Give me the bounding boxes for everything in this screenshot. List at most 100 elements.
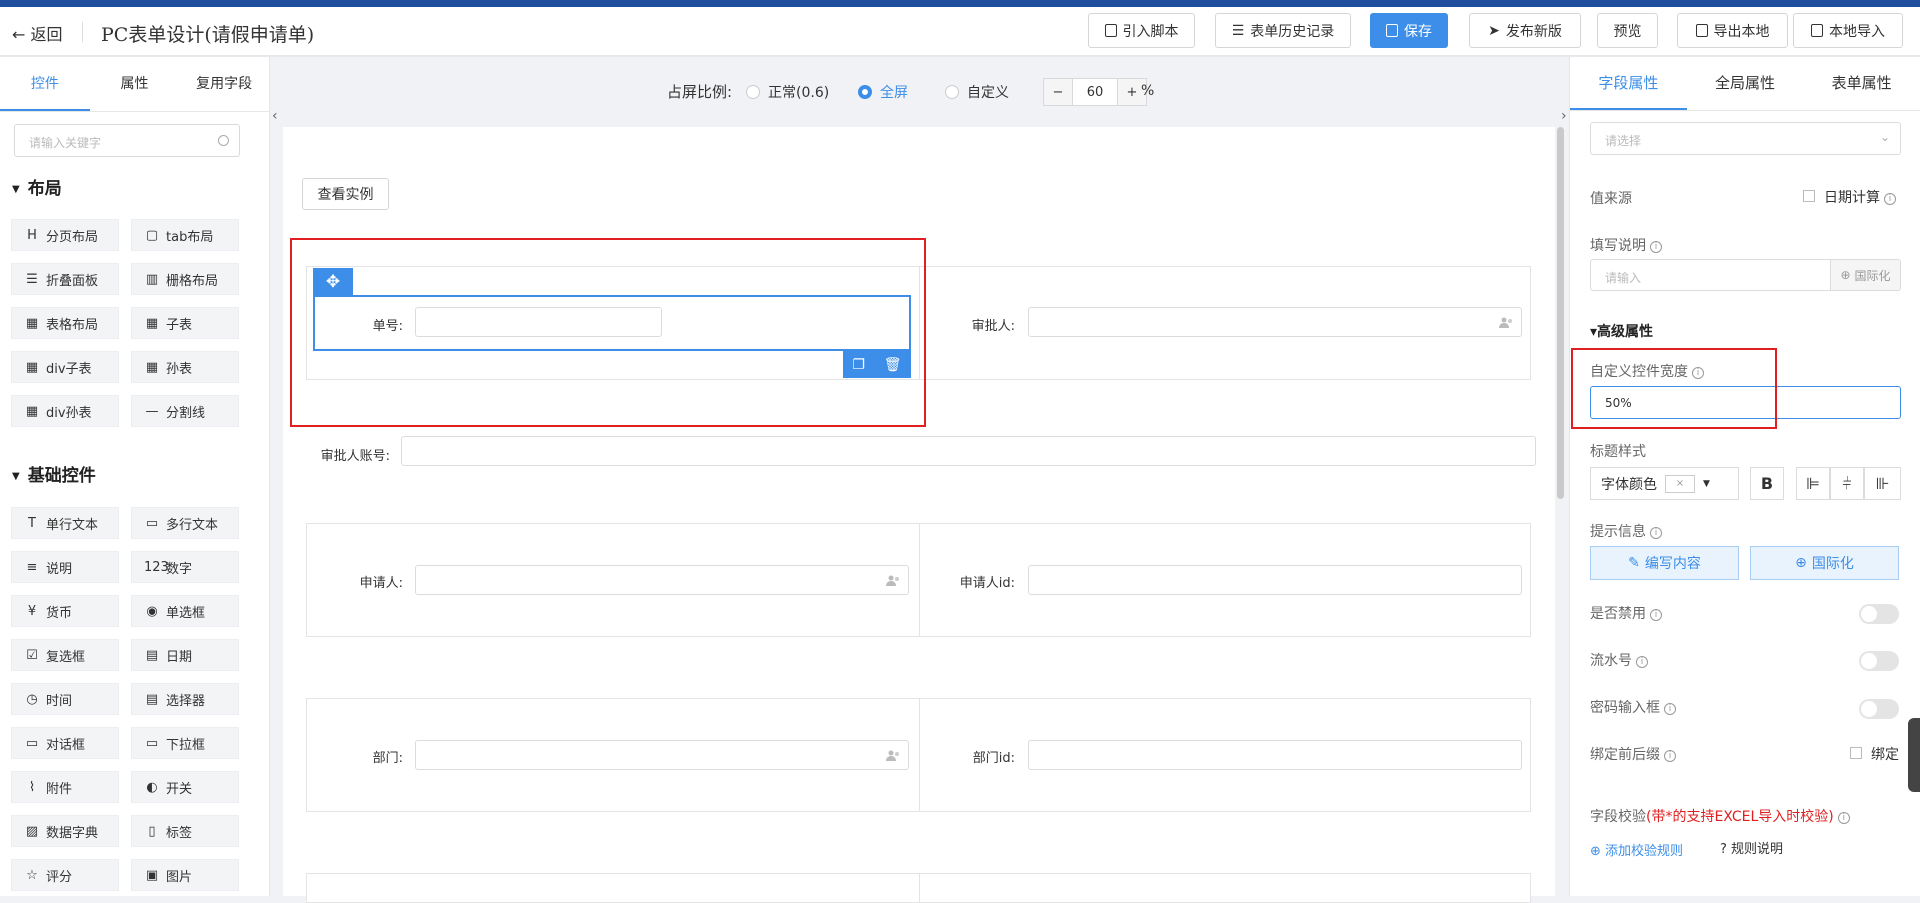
control-label: 单选框 bbox=[166, 605, 206, 621]
decrement-button[interactable]: − bbox=[1044, 79, 1072, 105]
control-item[interactable]: ☆ 评分 bbox=[11, 859, 119, 891]
tab-reuse-fields[interactable]: 复用字段 bbox=[179, 57, 269, 111]
control-item[interactable]: ▦ 孙表 bbox=[131, 351, 239, 383]
import-local-label: 本地导入 bbox=[1829, 23, 1885, 40]
side-widget[interactable] bbox=[1908, 718, 1920, 792]
info-icon[interactable]: i bbox=[1650, 527, 1662, 539]
import-local-button[interactable]: 本地导入 bbox=[1793, 13, 1903, 48]
control-item[interactable]: ▦ div孙表 bbox=[11, 395, 119, 427]
info-icon[interactable]: i bbox=[1650, 609, 1662, 621]
control-item[interactable]: T 单行文本 bbox=[11, 507, 119, 539]
control-label: 分页布局 bbox=[46, 229, 99, 245]
approver-account-input[interactable] bbox=[401, 436, 1536, 466]
align-left-icon[interactable]: ⊫ bbox=[1796, 467, 1830, 500]
collapse-right-icon[interactable]: › bbox=[1561, 108, 1567, 124]
canvas-scrollbar[interactable] bbox=[1557, 127, 1564, 499]
control-icon: ▯ bbox=[148, 823, 156, 839]
control-label: 多行文本 bbox=[166, 517, 219, 533]
ratio-option-custom[interactable]: 自定义 bbox=[945, 82, 1009, 102]
control-item[interactable]: ¥ 货币 bbox=[11, 595, 119, 627]
control-item[interactable]: ▦ div子表 bbox=[11, 351, 119, 383]
control-item[interactable]: ◐ 开关 bbox=[131, 771, 239, 803]
stepper-value[interactable]: 60 bbox=[1072, 79, 1118, 105]
collapse-left-icon[interactable]: ‹ bbox=[272, 108, 278, 124]
control-item[interactable]: ▤ 选择器 bbox=[131, 683, 239, 715]
tab-properties[interactable]: 属性 bbox=[90, 57, 180, 111]
control-item[interactable]: 123 数字 bbox=[131, 551, 239, 583]
control-item[interactable]: ☰ 折叠面板 bbox=[11, 263, 119, 295]
publish-button[interactable]: ➤ 发布新版 bbox=[1469, 13, 1581, 48]
bind-checkbox[interactable] bbox=[1850, 747, 1862, 759]
control-item[interactable]: ◷ 时间 bbox=[11, 683, 119, 715]
preview-button[interactable]: 预览 bbox=[1597, 13, 1658, 48]
dept-input[interactable] bbox=[415, 740, 909, 770]
control-search-input[interactable]: 请输入关键字 bbox=[14, 124, 240, 157]
i18n-hint-button[interactable]: ⊕ 国际化 bbox=[1750, 546, 1899, 580]
control-item[interactable]: ☑ 复选框 bbox=[11, 639, 119, 671]
ratio-option-normal[interactable]: 正常(0.6) bbox=[746, 82, 829, 102]
rule-desc-link[interactable]: ? 规则说明 bbox=[1720, 838, 1783, 857]
control-item[interactable]: — 分割线 bbox=[131, 395, 239, 427]
field-label-dept-id: 部门id: bbox=[972, 751, 1015, 766]
control-item[interactable]: ▭ 多行文本 bbox=[131, 507, 239, 539]
tab-field-props[interactable]: 字段属性 bbox=[1570, 57, 1687, 110]
control-item[interactable]: H 分页布局 bbox=[11, 219, 119, 251]
applicant-id-input[interactable] bbox=[1028, 565, 1522, 595]
history-button[interactable]: ☰ 表单历史记录 bbox=[1215, 13, 1351, 48]
control-item[interactable]: ▥ 栅格布局 bbox=[131, 263, 239, 295]
import-script-button[interactable]: 引入脚本 bbox=[1088, 13, 1195, 48]
info-icon[interactable]: i bbox=[1664, 750, 1676, 762]
control-item[interactable]: ▣ 图片 bbox=[131, 859, 239, 891]
i18n-button[interactable]: ⊕ 国际化 bbox=[1830, 259, 1901, 291]
user-select-icon[interactable] bbox=[886, 750, 900, 761]
control-item[interactable]: ▨ 数据字典 bbox=[11, 815, 119, 847]
control-item[interactable]: ▤ 日期 bbox=[131, 639, 239, 671]
edit-content-button[interactable]: ✎ 编写内容 bbox=[1590, 546, 1739, 580]
info-icon[interactable]: i bbox=[1650, 241, 1662, 253]
info-icon[interactable]: i bbox=[1837, 812, 1850, 824]
send-icon: ➤ bbox=[1488, 22, 1500, 39]
control-icon: ◷ bbox=[26, 691, 38, 707]
add-rule-link[interactable]: ⊕ 添加校验规则 bbox=[1590, 840, 1683, 859]
advanced-section-title[interactable]: ▾高级属性 bbox=[1590, 321, 1653, 341]
info-icon[interactable]: i bbox=[1884, 193, 1896, 205]
font-color-label: 字体颜色 bbox=[1601, 476, 1657, 493]
info-icon[interactable]: i bbox=[1636, 656, 1648, 668]
back-button[interactable]: ← 返回 bbox=[12, 21, 63, 45]
title-style-label: 标题样式 bbox=[1590, 444, 1646, 460]
align-right-icon[interactable]: ⊪ bbox=[1864, 467, 1901, 500]
info-icon[interactable]: i bbox=[1664, 703, 1676, 715]
save-button[interactable]: 保存 bbox=[1370, 13, 1448, 48]
serial-toggle[interactable] bbox=[1859, 651, 1899, 671]
control-item[interactable]: ◉ 单选框 bbox=[131, 595, 239, 627]
approver-input[interactable] bbox=[1028, 307, 1522, 337]
dept-id-input[interactable] bbox=[1028, 740, 1522, 770]
tab-controls[interactable]: 控件 bbox=[0, 57, 90, 111]
user-select-icon[interactable] bbox=[886, 575, 900, 586]
user-select-icon[interactable] bbox=[1499, 317, 1513, 328]
ratio-option-fullscreen[interactable]: 全屏 bbox=[858, 82, 908, 102]
align-center-icon[interactable]: ⫩ bbox=[1830, 467, 1864, 500]
fill-desc-input[interactable]: 请输入 bbox=[1590, 259, 1831, 291]
control-item[interactable]: ▦ 子表 bbox=[131, 307, 239, 339]
date-calc-checkbox[interactable] bbox=[1803, 190, 1815, 202]
control-item[interactable]: ▯ 标签 bbox=[131, 815, 239, 847]
value-select[interactable]: 请选择 ⌄ bbox=[1590, 122, 1901, 155]
control-item[interactable]: ▦ 表格布局 bbox=[11, 307, 119, 339]
control-item[interactable]: ▭ 对话框 bbox=[11, 727, 119, 759]
tab-global-props[interactable]: 全局属性 bbox=[1687, 57, 1804, 110]
disabled-toggle[interactable] bbox=[1859, 604, 1899, 624]
bold-button[interactable]: B bbox=[1750, 467, 1784, 500]
export-button[interactable]: 导出本地 bbox=[1677, 13, 1788, 48]
view-example-button[interactable]: 查看实例 bbox=[302, 178, 389, 210]
color-swatch: × bbox=[1665, 474, 1695, 493]
control-item[interactable]: ≡ 说明 bbox=[11, 551, 119, 583]
font-color-picker[interactable]: 字体颜色 × ▼ bbox=[1590, 467, 1739, 500]
applicant-input[interactable] bbox=[415, 565, 909, 595]
control-item[interactable]: ▭ 下拉框 bbox=[131, 727, 239, 759]
control-item[interactable]: ⌇ 附件 bbox=[11, 771, 119, 803]
control-item[interactable]: ▢ tab布局 bbox=[131, 219, 239, 251]
tab-form-props[interactable]: 表单属性 bbox=[1803, 57, 1920, 110]
control-label: 日期 bbox=[166, 649, 193, 665]
password-toggle[interactable] bbox=[1859, 699, 1899, 719]
